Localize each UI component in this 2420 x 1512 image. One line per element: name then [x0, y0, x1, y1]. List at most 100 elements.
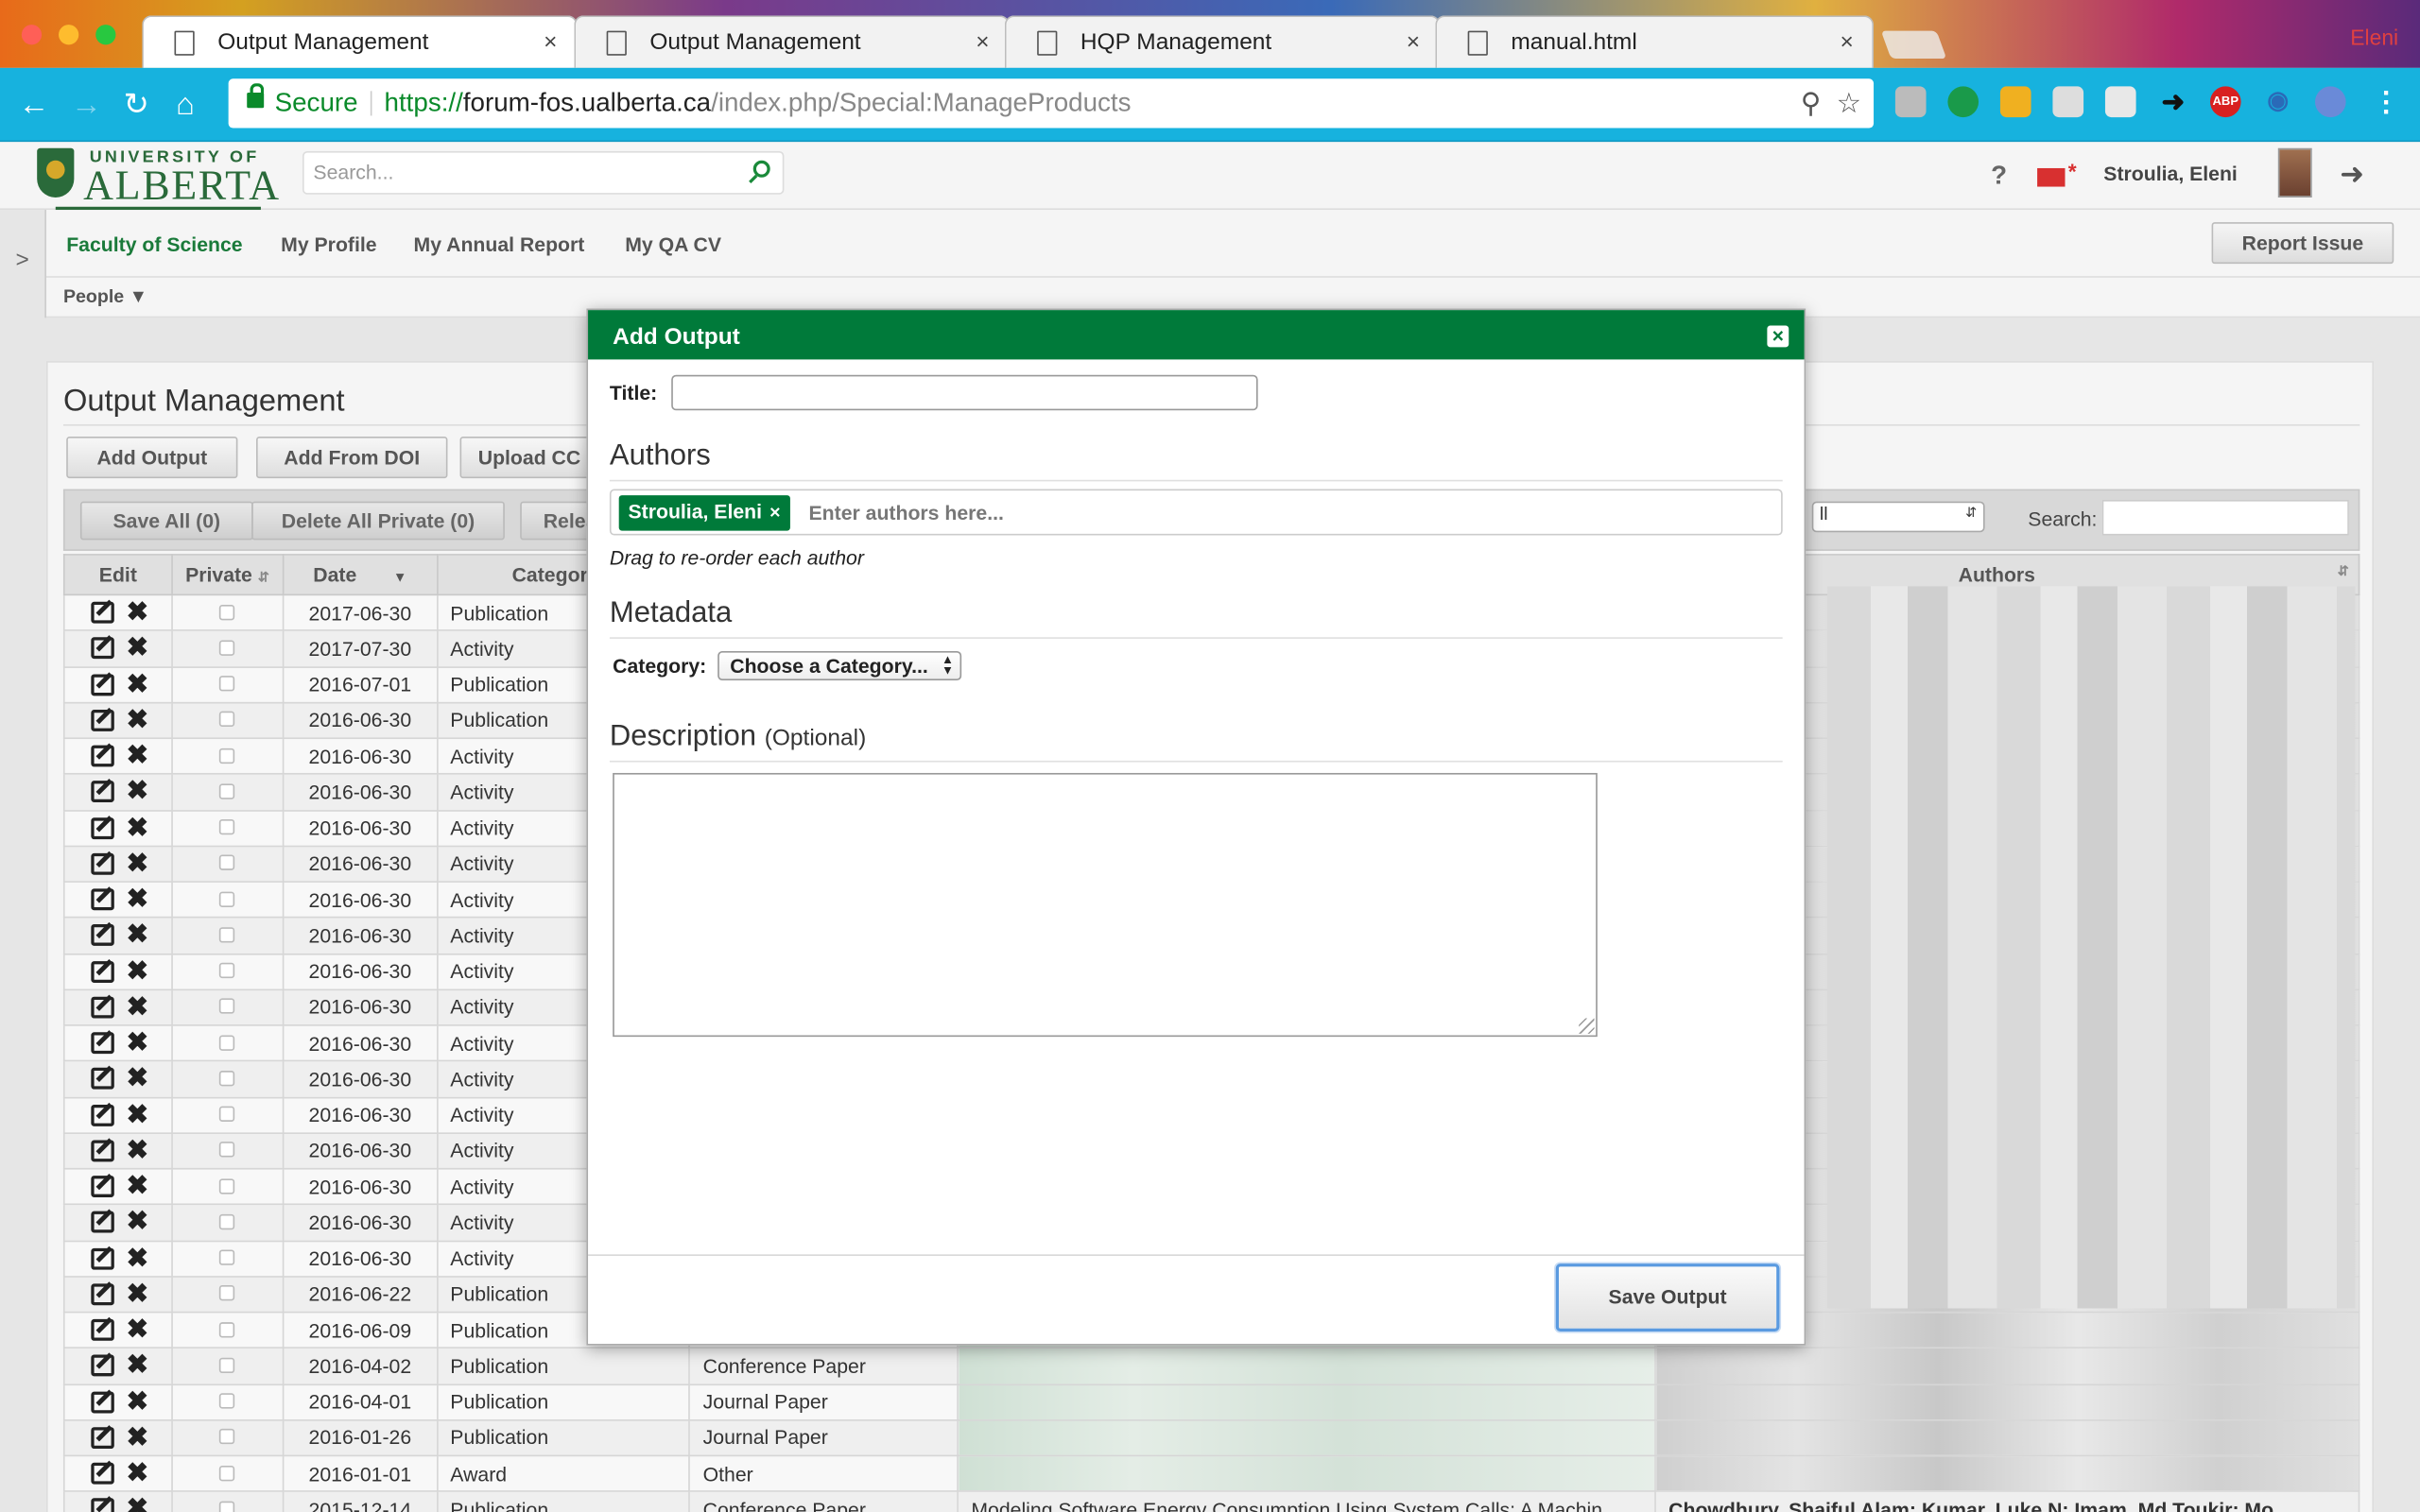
private-checkbox[interactable] — [219, 1393, 235, 1409]
private-checkbox[interactable] — [219, 1357, 235, 1373]
sort-icon[interactable]: ⇵ — [258, 569, 269, 584]
edit-icon[interactable] — [91, 1427, 114, 1449]
site-search-input[interactable]: Search... — [302, 151, 785, 195]
extension-icon[interactable] — [1947, 86, 1979, 118]
column-header-date[interactable]: Date ▼ — [282, 554, 439, 596]
private-checkbox[interactable] — [219, 1429, 235, 1445]
address-bar[interactable]: Secure https://forum-fos.ualberta.ca/ind… — [228, 78, 1875, 129]
nav-item-annual-report[interactable]: My Annual Report — [414, 233, 585, 256]
private-checkbox[interactable] — [219, 962, 235, 979]
private-checkbox[interactable] — [219, 1213, 235, 1230]
browser-menu-icon[interactable]: ⋮ — [2371, 86, 2402, 117]
delete-icon[interactable]: ✖ — [127, 1207, 148, 1238]
tab-close-icon[interactable]: × — [544, 17, 557, 70]
extension-icon[interactable] — [1894, 86, 1927, 118]
edit-icon[interactable] — [91, 1176, 114, 1198]
delete-icon[interactable]: ✖ — [127, 597, 148, 628]
delete-icon[interactable]: ✖ — [127, 1099, 148, 1130]
authors-input[interactable]: Stroulia, Eleni × Enter authors here... — [609, 489, 1783, 536]
add-output-button[interactable]: Add Output — [66, 437, 238, 479]
edit-icon[interactable] — [91, 1319, 114, 1341]
browser-tab[interactable]: Output Management × — [142, 15, 578, 70]
table-search-input[interactable] — [2101, 499, 2349, 536]
delete-icon[interactable]: ✖ — [127, 741, 148, 772]
report-issue-button[interactable]: Report Issue — [2211, 222, 2394, 265]
university-shield-logo[interactable] — [37, 147, 75, 198]
tab-close-icon[interactable]: × — [1407, 17, 1420, 70]
edit-icon[interactable] — [91, 1391, 114, 1413]
private-checkbox[interactable] — [219, 1106, 235, 1123]
edit-icon[interactable] — [91, 601, 114, 624]
delete-icon[interactable]: ✖ — [127, 1028, 148, 1059]
user-name[interactable]: Stroulia, Eleni — [2103, 162, 2238, 184]
minimize-window-icon[interactable] — [59, 25, 79, 45]
mail-icon[interactable] — [2037, 159, 2077, 187]
edit-icon[interactable] — [91, 1104, 114, 1126]
edit-icon[interactable] — [91, 1140, 114, 1162]
delete-icon[interactable]: ✖ — [127, 1279, 148, 1310]
presentation-extension-icon[interactable] — [2052, 86, 2084, 118]
delete-icon[interactable]: ✖ — [127, 920, 148, 952]
delete-icon[interactable]: ✖ — [127, 992, 148, 1023]
delete-icon[interactable]: ✖ — [127, 1422, 148, 1453]
edit-icon[interactable] — [91, 888, 114, 911]
private-checkbox[interactable] — [219, 783, 235, 799]
back-arrow-icon[interactable]: ← — [19, 86, 50, 123]
zoom-icon[interactable]: ⚲ — [1801, 88, 1822, 119]
delete-icon[interactable]: ✖ — [127, 1350, 148, 1382]
private-checkbox[interactable] — [219, 1034, 235, 1051]
browser-profile-name[interactable]: Eleni — [2350, 25, 2398, 49]
save-all-button[interactable]: Save All (0) — [79, 501, 253, 541]
title-input[interactable] — [671, 374, 1258, 411]
help-icon[interactable]: ? — [1991, 161, 2007, 192]
private-checkbox[interactable] — [219, 1070, 235, 1087]
browser-tab[interactable]: HQP Management × — [1004, 15, 1441, 70]
title-cell[interactable]: Modeling Software Energy Consumption Usi… — [957, 1490, 1657, 1512]
sort-desc-icon[interactable]: ▼ — [393, 569, 407, 584]
edit-icon[interactable] — [91, 745, 114, 767]
dialog-close-icon[interactable]: × — [1767, 325, 1789, 348]
private-checkbox[interactable] — [219, 1142, 235, 1159]
private-checkbox[interactable] — [219, 998, 235, 1015]
private-checkbox[interactable] — [219, 747, 235, 764]
delete-icon[interactable]: ✖ — [127, 813, 148, 844]
edit-icon[interactable] — [91, 637, 114, 660]
edit-icon[interactable] — [91, 673, 114, 696]
edit-icon[interactable] — [91, 1283, 114, 1306]
save-output-button[interactable]: Save Output — [1555, 1263, 1780, 1332]
filter-select[interactable]: ll ⇵ — [1811, 501, 1985, 533]
people-menu[interactable]: People ▼ — [63, 285, 147, 307]
column-header-private[interactable]: Private ⇵ — [171, 554, 285, 596]
private-checkbox[interactable] — [219, 1465, 235, 1481]
private-checkbox[interactable] — [219, 1321, 235, 1337]
browser-tab[interactable]: manual.html × — [1435, 15, 1875, 68]
resize-handle-icon[interactable] — [1579, 1018, 1595, 1034]
delete-all-private-button[interactable]: Delete All Private (0) — [251, 501, 505, 541]
delete-icon[interactable]: ✖ — [127, 1458, 148, 1489]
delete-icon[interactable]: ✖ — [127, 669, 148, 700]
nav-item-profile[interactable]: My Profile — [281, 233, 376, 256]
add-from-doi-button[interactable]: Add From DOI — [256, 437, 448, 479]
avatar[interactable] — [2277, 147, 2312, 198]
delete-icon[interactable]: ✖ — [127, 1386, 148, 1418]
private-checkbox[interactable] — [219, 819, 235, 835]
delete-icon[interactable]: ✖ — [127, 885, 148, 916]
logo-title[interactable]: ALBERTA — [83, 162, 281, 210]
private-checkbox[interactable] — [219, 1501, 235, 1512]
adblock-icon[interactable]: ABP — [2209, 86, 2241, 118]
extension-icon[interactable] — [2314, 86, 2346, 118]
delete-icon[interactable]: ✖ — [127, 1064, 148, 1095]
edit-icon[interactable] — [91, 816, 114, 839]
delete-icon[interactable]: ✖ — [127, 705, 148, 736]
private-checkbox[interactable] — [219, 1285, 235, 1301]
tab-close-icon[interactable]: × — [976, 17, 989, 70]
reload-icon[interactable]: ↻ — [124, 86, 149, 123]
author-chip[interactable]: Stroulia, Eleni × — [618, 495, 790, 531]
delete-icon[interactable]: ✖ — [127, 777, 148, 808]
private-checkbox[interactable] — [219, 1177, 235, 1194]
private-checkbox[interactable] — [219, 927, 235, 943]
nav-item-qa-cv[interactable]: My QA CV — [625, 233, 721, 256]
drive-extension-icon[interactable] — [2104, 86, 2136, 118]
delete-icon[interactable]: ✖ — [127, 1171, 148, 1202]
sidebar-toggle[interactable]: > — [0, 210, 46, 318]
